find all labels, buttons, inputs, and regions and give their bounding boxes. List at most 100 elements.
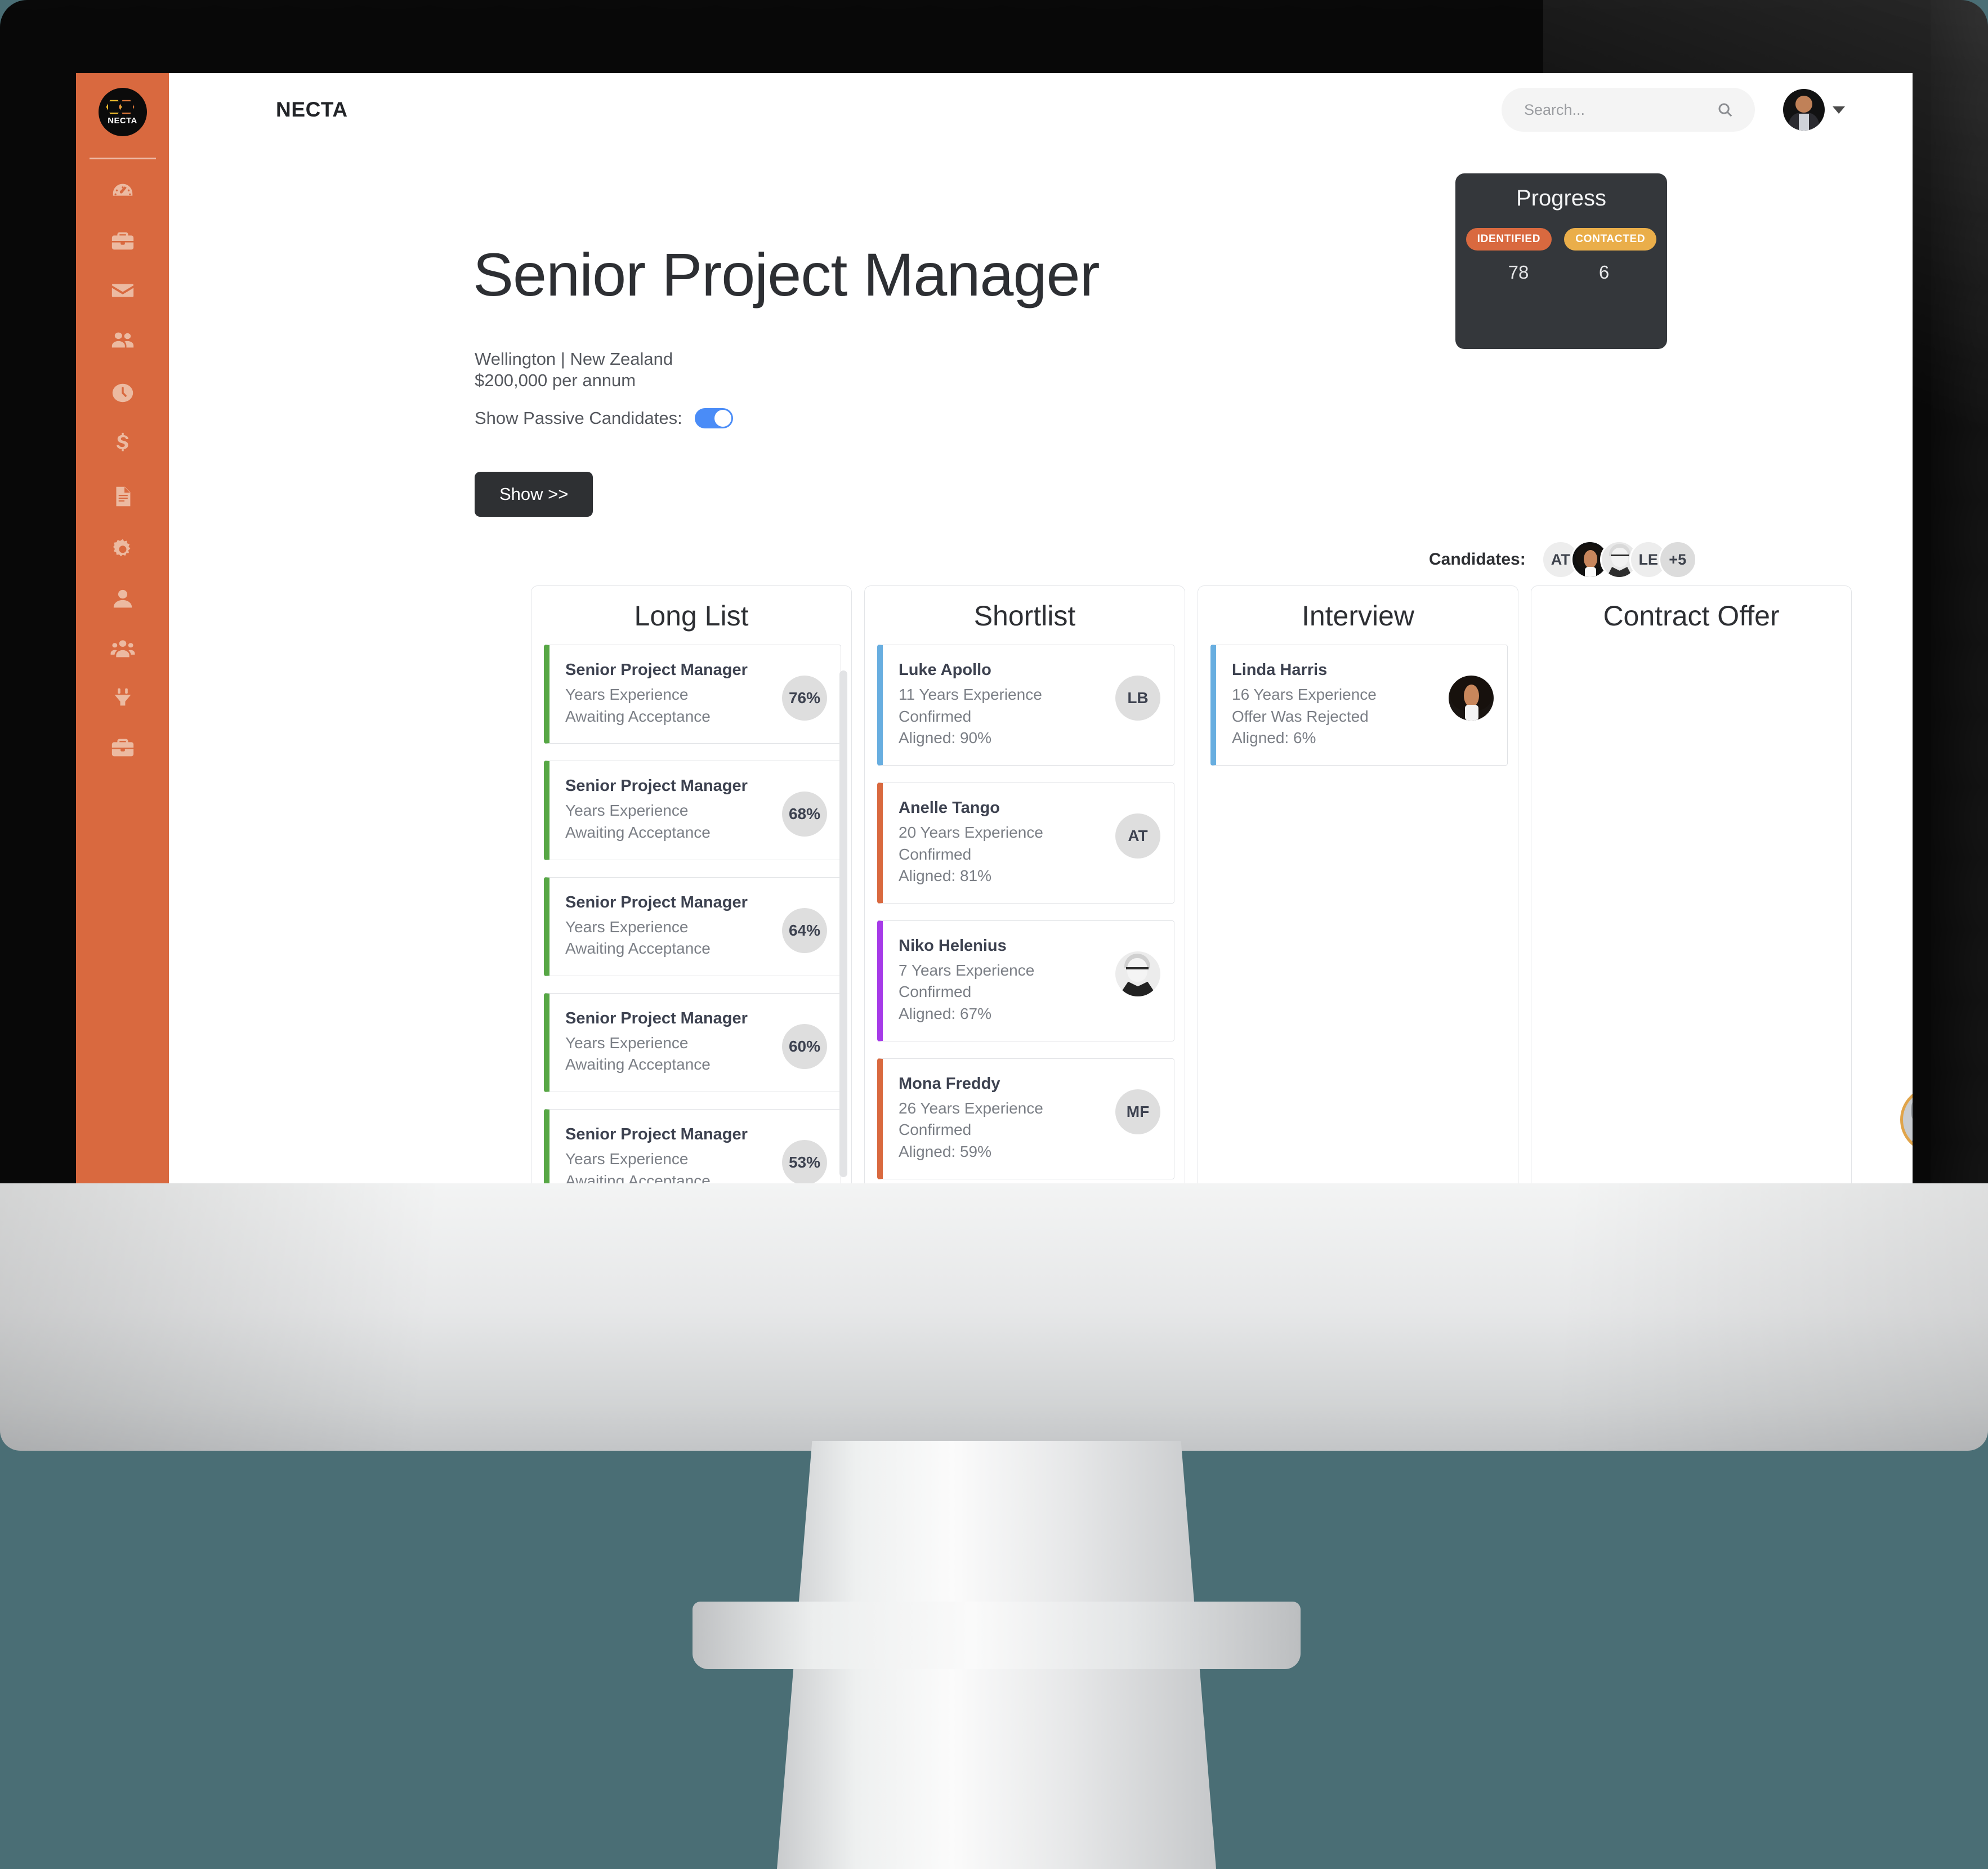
necta-logo[interactable]: NECTA	[98, 88, 147, 136]
card-experience: Years Experience	[565, 686, 689, 703]
column-body-shortlist: Luke Apollo 11 Years Experience Confirme…	[865, 645, 1185, 1185]
card-status: Awaiting Acceptance	[565, 707, 711, 725]
kanban-column-interview: Interview Linda Harris 16 Years Experien…	[1198, 585, 1518, 1185]
table-row[interactable]: Mona Freddy 26 Years Experience Confirme…	[877, 1058, 1174, 1179]
monitor-frame: NECTA NECTA Search... Senior Project Man…	[0, 0, 1988, 1869]
search-input[interactable]	[1524, 101, 1693, 119]
sidebar-item-documents[interactable]	[76, 485, 169, 511]
card-experience: 16 Years Experience	[1232, 686, 1377, 703]
sidebar-item-billing[interactable]	[76, 432, 169, 458]
toggle-knob	[714, 410, 731, 427]
card-name: Senior Project Manager	[565, 777, 748, 795]
sidebar-item-teams[interactable]	[76, 637, 169, 663]
candidate-avatar-stack[interactable]: AT LE +5	[1541, 540, 1697, 579]
search-box[interactable]	[1502, 88, 1755, 132]
card-aligned: Aligned: 81%	[899, 867, 992, 885]
user-menu[interactable]	[1783, 89, 1845, 131]
card-experience: 20 Years Experience	[899, 823, 1043, 841]
column-title-interview: Interview	[1301, 600, 1415, 632]
page-title: Senior Project Manager	[473, 240, 1100, 308]
progress-title: Progress	[1516, 186, 1607, 211]
briefcase-alt-icon	[110, 735, 136, 763]
table-row[interactable]: Anelle Tango 20 Years Experience Confirm…	[877, 782, 1174, 904]
gear-icon	[110, 536, 136, 565]
sidebar-item-placements[interactable]	[76, 736, 169, 762]
table-row[interactable]: Niko Helenius 7 Years Experience Confirm…	[877, 920, 1174, 1041]
card-status: Confirmed	[899, 845, 972, 863]
table-row[interactable]: Senior Project Manager Years Experience …	[544, 1109, 841, 1185]
card-experience: Years Experience	[565, 1034, 689, 1052]
screen-viewport: NECTA NECTA Search... Senior Project Man…	[76, 73, 1913, 1185]
job-location: Wellington | New Zealand	[475, 349, 673, 369]
briefcase-icon	[110, 228, 136, 257]
card-status: Confirmed	[899, 983, 972, 1001]
table-row[interactable]: Senior Project Manager Years Experience …	[544, 877, 841, 976]
envelope-icon	[110, 278, 136, 306]
table-row[interactable]: Luke Apollo 11 Years Experience Confirme…	[877, 645, 1174, 766]
card-badge: LB	[1115, 676, 1160, 721]
sidebar-item-settings[interactable]	[76, 538, 169, 564]
main-content: Senior Project Manager Wellington | New …	[169, 146, 1913, 1185]
sidebar-item-candidates[interactable]	[76, 328, 169, 354]
card-name: Niko Helenius	[899, 936, 1007, 955]
chevron-down-icon[interactable]	[1833, 106, 1845, 114]
plug-icon	[110, 685, 136, 714]
candidate-avatar-more[interactable]: +5	[1658, 540, 1697, 579]
sidebar-item-dashboard[interactable]	[76, 180, 169, 205]
progress-value-contacted: 6	[1598, 262, 1610, 283]
column-title-shortlist: Shortlist	[973, 600, 1076, 632]
search-icon[interactable]	[1717, 101, 1734, 118]
card-experience: 7 Years Experience	[899, 961, 1035, 979]
floating-assistant-avatar[interactable]	[1900, 1086, 1913, 1153]
status-badge-identified: IDENTIFIED	[1466, 228, 1552, 251]
column-scrollbar[interactable]	[839, 670, 847, 1177]
user-icon	[110, 586, 136, 615]
card-experience: Years Experience	[565, 918, 689, 936]
card-avatar-photo	[1449, 676, 1494, 721]
card-badge: 64%	[782, 907, 827, 953]
card-experience: 11 Years Experience	[899, 686, 1042, 703]
card-status: Confirmed	[899, 707, 972, 725]
kanban-column-long-list: Long List Senior Project Manager Years E…	[531, 585, 852, 1185]
card-name: Senior Project Manager	[565, 1009, 748, 1027]
progress-badges: IDENTIFIED CONTACTED	[1466, 228, 1657, 251]
sidebar-item-profile[interactable]	[76, 587, 169, 613]
card-badge: 76%	[782, 676, 827, 721]
sidebar-item-timesheets[interactable]	[76, 381, 169, 407]
people-icon	[110, 327, 136, 356]
card-name: Senior Project Manager	[565, 661, 748, 679]
table-row[interactable]: Senior Project Manager Years Experience …	[544, 645, 841, 744]
candidates-row: Candidates: AT LE +5	[1429, 540, 1697, 579]
avatar[interactable]	[1783, 89, 1825, 131]
passive-toggle-label: Show Passive Candidates:	[475, 408, 682, 428]
table-row[interactable]: Senior Project Manager Years Experience …	[544, 992, 841, 1092]
card-experience: 26 Years Experience	[899, 1099, 1043, 1117]
sidebar-item-integrations[interactable]	[76, 686, 169, 712]
sidebar: NECTA	[76, 73, 169, 1185]
card-name: Linda Harris	[1232, 661, 1328, 679]
card-badge: 53%	[782, 1140, 827, 1185]
top-bar: NECTA	[169, 73, 1913, 146]
card-badge: 60%	[782, 1023, 827, 1069]
table-row[interactable]: Senior Project Manager Years Experience …	[544, 761, 841, 860]
card-experience: Years Experience	[565, 802, 689, 820]
sidebar-item-messages[interactable]	[76, 279, 169, 305]
table-row[interactable]: Linda Harris 16 Years Experience Offer W…	[1210, 645, 1508, 766]
column-body-long-list: Senior Project Manager Years Experience …	[531, 645, 851, 1185]
kanban-board: Long List Senior Project Manager Years E…	[531, 585, 1888, 1185]
honeycomb-icon	[106, 99, 139, 116]
candidates-label: Candidates:	[1429, 550, 1526, 569]
sidebar-divider	[89, 158, 156, 159]
card-aligned: Aligned: 90%	[899, 729, 992, 747]
clock-icon	[110, 380, 136, 409]
passive-candidates-toggle[interactable]	[694, 408, 733, 428]
progress-values: 78 6	[1455, 262, 1667, 283]
card-badge: MF	[1115, 1089, 1160, 1134]
show-button[interactable]: Show >>	[475, 472, 593, 517]
column-body-interview: Linda Harris 16 Years Experience Offer W…	[1198, 645, 1518, 766]
card-aligned: Aligned: 67%	[899, 1005, 992, 1022]
top-bar-right	[1502, 88, 1845, 132]
sidebar-item-jobs[interactable]	[76, 229, 169, 255]
column-title-contract-offer: Contract Offer	[1603, 600, 1780, 632]
card-name: Senior Project Manager	[565, 893, 748, 911]
